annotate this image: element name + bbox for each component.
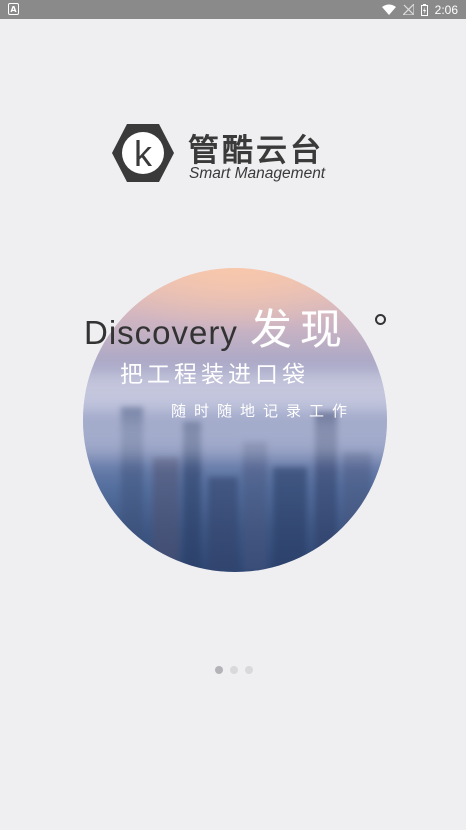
tagline-primary: 把工程装进口袋 (120, 362, 309, 388)
page-dot-1[interactable] (215, 666, 223, 674)
headline-english: Discovery (84, 314, 238, 351)
headline-chinese: 发现 (249, 305, 350, 354)
logo-mark-letter: k (134, 133, 153, 174)
signal-off-icon (402, 4, 414, 15)
page-indicator (215, 666, 253, 674)
app-notification-icon: A (8, 3, 19, 15)
app-title: 管酷云台 (188, 133, 324, 169)
status-time: 2:06 (434, 2, 458, 17)
page-dot-2[interactable] (230, 666, 238, 674)
app-subtitle: Smart Management (189, 165, 326, 182)
wifi-icon (381, 4, 396, 15)
battery-charging-icon (420, 3, 428, 16)
headline-dot (375, 314, 386, 325)
tagline-secondary: 随时随地记录工作 (171, 402, 356, 420)
status-icons: 2:06 (381, 0, 458, 19)
slide-headline: Discovery 发现 (84, 296, 350, 357)
app-logo: k 管酷云台 Smart Management (111, 122, 351, 186)
logo-k-icon: k (112, 124, 174, 182)
page-dot-3[interactable] (245, 666, 253, 674)
status-bar: A 2:06 (0, 0, 466, 19)
